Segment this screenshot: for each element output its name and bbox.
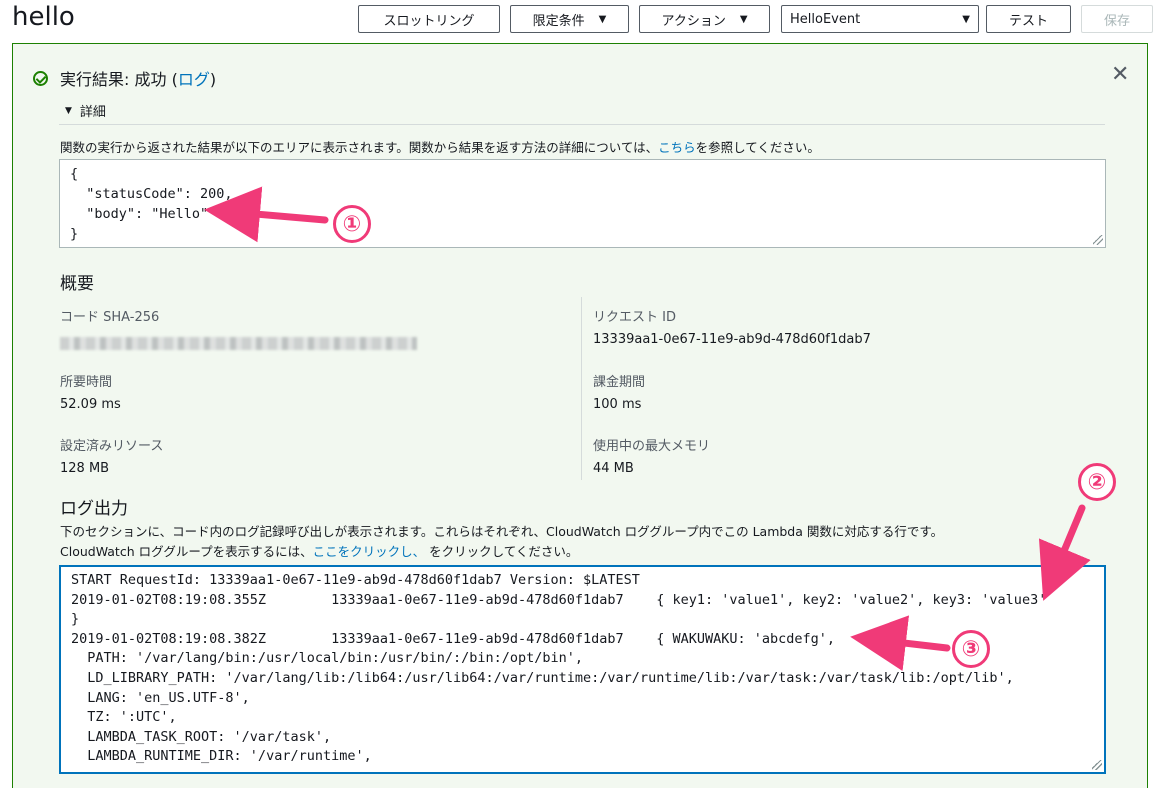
qualifiers-label: 限定条件: [532, 13, 585, 29]
annotation-marker-3: ③: [952, 630, 990, 668]
log-line: PATH: '/var/lang/bin:/usr/local/bin:/usr…: [71, 650, 584, 667]
page-title: hello: [12, 2, 75, 32]
log-output-textarea[interactable]: START RequestId: 13339aa1-0e67-11e9-ab9d…: [59, 565, 1106, 774]
qualifiers-dropdown[interactable]: 限定条件 ▼: [510, 5, 629, 33]
log-line: LAMBDA_TASK_ROOT: '/var/task',: [71, 728, 332, 745]
divider: [59, 124, 1105, 125]
log-desc-after: をクリックしてください。: [425, 544, 579, 559]
status-row: 実行結果: 成功 (ログ): [33, 66, 216, 90]
save-button[interactable]: 保存: [1081, 5, 1153, 33]
test-label: テスト: [1008, 13, 1048, 29]
log-line: TZ: ':UTC',: [71, 709, 177, 726]
log-line: LANG: 'en_US.UTF-8',: [71, 689, 250, 706]
execution-result-panel: 実行結果: 成功 (ログ) ✕ ▼ 詳細 関数の実行から返された結果が以下のエリ…: [12, 43, 1148, 788]
log-line: }: [71, 611, 80, 628]
log-line: LD_LIBRARY_PATH: '/var/lang/lib:/lib64:/…: [71, 669, 1014, 686]
result-description: 関数の実行から返された結果が以下のエリアに表示されます。関数から結果を返す方法の…: [60, 137, 820, 156]
status-prefix: 実行結果: 成功 (: [60, 70, 178, 89]
output-line: "body": "Hello": [70, 206, 209, 222]
chevron-down-icon: ▼: [598, 13, 607, 25]
chevron-down-icon: ▼: [962, 13, 970, 25]
actions-label: アクション: [661, 13, 726, 29]
log-description-line1: 下のセクションに、コード内のログ記録呼び出しが表示されます。これらはそれぞれ、C…: [60, 524, 944, 539]
save-label: 保存: [1103, 13, 1130, 29]
request-id-label: リクエスト ID: [593, 310, 676, 325]
summary-heading: 概要: [60, 274, 94, 294]
close-icon[interactable]: ✕: [1111, 62, 1129, 87]
resize-handle[interactable]: [1093, 235, 1103, 245]
test-button[interactable]: テスト: [986, 5, 1071, 33]
chevron-down-icon: ▼: [739, 13, 748, 25]
output-line: "statusCode": 200,: [70, 186, 233, 202]
cloudwatch-link[interactable]: ここをクリックし、: [313, 544, 426, 559]
status-suffix: ): [209, 70, 217, 89]
status-text: 実行結果: 成功 (ログ): [60, 66, 216, 90]
billed-duration-label: 課金期間: [593, 375, 646, 390]
billed-duration-value: 100 ms: [593, 397, 642, 412]
annotation-marker-2: ②: [1078, 463, 1116, 501]
result-output-textarea[interactable]: { "statusCode": 200, "body": "Hello"}: [59, 159, 1106, 248]
code-sha-label: コード SHA-256: [60, 310, 160, 325]
caret-down-icon: ▼: [65, 105, 72, 116]
log-description-line2: CloudWatch ロググループを表示するには、ここをクリックし、 をクリック…: [60, 541, 578, 560]
result-desc-after: を参照してください。: [695, 140, 820, 155]
log-line: 2019-01-02T08:19:08.382Z 13339aa1-0e67-1…: [71, 630, 836, 647]
output-line: }: [70, 226, 79, 242]
column-divider: [581, 297, 582, 480]
log-line: START RequestId: 13339aa1-0e67-11e9-ab9d…: [71, 572, 640, 588]
throttling-label: スロットリング: [383, 13, 475, 29]
details-toggle[interactable]: ▼ 詳細: [65, 101, 106, 120]
code-sha-value-redacted: [60, 337, 417, 350]
log-link[interactable]: ログ: [178, 70, 210, 89]
details-label: 詳細: [79, 105, 106, 120]
docs-link[interactable]: こちら: [658, 140, 696, 155]
log-heading: ログ出力: [60, 499, 128, 519]
result-desc-before: 関数の実行から返された結果が以下のエリアに表示されます。関数から結果を返す方法の…: [60, 140, 659, 155]
request-id-value: 13339aa1-0e67-11e9-ab9d-478d60f1dab7: [593, 332, 871, 347]
duration-value: 52.09 ms: [60, 397, 121, 412]
duration-label: 所要時間: [60, 375, 113, 390]
max-memory-value: 44 MB: [593, 461, 634, 476]
log-desc-before: CloudWatch ロググループを表示するには、: [60, 544, 313, 559]
test-event-select[interactable]: HelloEvent ▼: [781, 5, 979, 33]
test-event-value: HelloEvent: [790, 11, 861, 27]
actions-dropdown[interactable]: アクション ▼: [639, 5, 770, 33]
resources-value: 128 MB: [60, 461, 110, 476]
max-memory-label: 使用中の最大メモリ: [593, 439, 711, 454]
annotation-marker-1: ①: [333, 205, 371, 243]
resources-label: 設定済みリソース: [60, 439, 164, 454]
success-check-icon: [33, 70, 48, 86]
output-line: {: [70, 166, 79, 182]
log-line: 2019-01-02T08:19:08.355Z 13339aa1-0e67-1…: [71, 591, 1047, 608]
resize-handle[interactable]: [1092, 760, 1102, 770]
log-line: LAMBDA_RUNTIME_DIR: '/var/runtime',: [71, 748, 372, 765]
throttling-button[interactable]: スロットリング: [358, 5, 500, 33]
